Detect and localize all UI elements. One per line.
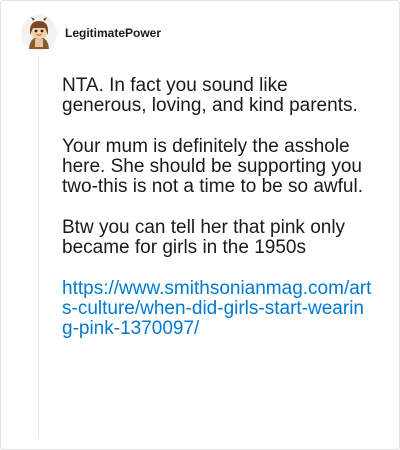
comment-card: LegitimatePower NTA. In fact you sound l… [0, 0, 400, 450]
comment-paragraph-1: NTA. In fact you sound like generous, lo… [62, 75, 358, 116]
snoo-avatar-icon[interactable] [21, 15, 57, 51]
comment-link[interactable]: https://www.smithsonianmag.com/arts-cult… [62, 279, 374, 339]
comment-header: LegitimatePower [21, 15, 161, 51]
comment-paragraph-2: Your mum is definitely the asshole here.… [62, 136, 363, 197]
comment-body: NTA. In fact you sound like generous, lo… [62, 76, 374, 339]
comment-paragraph-3: Btw you can tell her that pink only beca… [62, 217, 346, 258]
username[interactable]: LegitimatePower [65, 26, 161, 40]
thread-line[interactable] [38, 57, 39, 437]
